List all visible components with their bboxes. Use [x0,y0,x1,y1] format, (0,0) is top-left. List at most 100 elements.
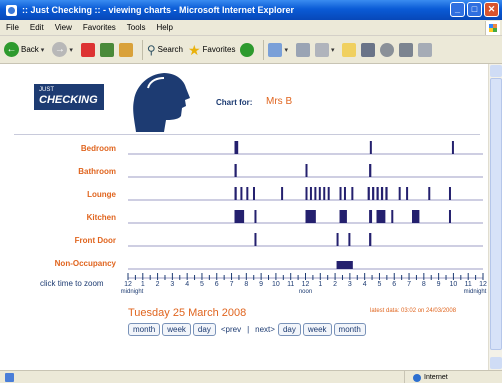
chart-date: Tuesday 25 March 2008 [128,307,247,319]
search-icon: ⚲ [146,42,156,57]
hour-label[interactable]: 5 [378,281,382,288]
hour-label[interactable]: 8 [422,281,426,288]
hour-label[interactable]: 3 [170,281,174,288]
menu-edit[interactable]: Edit [30,23,44,32]
activity-event [369,164,372,177]
research-button[interactable] [361,42,376,57]
activity-event [305,210,316,223]
hour-label[interactable]: 2 [333,281,337,288]
menu-bar: File Edit View Favorites Tools Help [0,20,502,36]
hour-label[interactable]: 11 [287,281,294,288]
activity-event [343,187,346,200]
search-button[interactable]: ⚲ Search [147,43,183,57]
folder-button[interactable] [342,42,357,57]
back-button[interactable]: ← Back ▾ [4,42,47,57]
hour-label[interactable]: 12 [124,281,132,288]
forward-arrow-icon: → [52,42,68,57]
hour-label[interactable]: 1 [318,281,322,288]
discuss-icon [399,42,414,57]
prev-week-button[interactable]: week [162,323,191,336]
messenger-button[interactable] [380,42,395,57]
activity-event [351,187,354,200]
menu-help[interactable]: Help [156,23,172,32]
prev-month-button[interactable]: month [128,323,161,336]
hour-label[interactable]: 3 [348,281,352,288]
security-zone: Internet [404,371,448,383]
mail-icon [268,42,283,57]
activity-event [281,187,284,200]
activity-event [391,210,394,223]
hour-label[interactable]: 12 [302,281,310,288]
hour-label[interactable]: 2 [156,281,160,288]
chevron-down-icon: ▾ [284,46,288,54]
next-week-button[interactable]: week [302,323,332,336]
history-button[interactable] [240,42,255,57]
activity-event [336,233,339,246]
back-arrow-icon: ← [4,42,19,57]
activity-event [428,187,431,200]
hour-label[interactable]: 6 [215,281,219,288]
status-bar: Internet [0,370,502,383]
chevron-down-icon: ▾ [40,46,45,54]
scroll-down-button[interactable] [490,357,502,369]
activity-event [254,210,257,223]
hour-label[interactable]: 10 [450,281,458,288]
activity-event [451,141,454,154]
menu-view[interactable]: View [55,23,72,32]
scroll-up-button[interactable] [490,65,502,77]
tools-button[interactable] [418,42,433,57]
print-button[interactable] [295,42,310,57]
prev-link[interactable]: <prev [221,325,241,334]
stop-icon [80,42,95,57]
hour-label[interactable]: 6 [392,281,396,288]
favorites-button[interactable]: ★ Favorites [188,43,235,57]
home-icon [118,42,133,57]
forward-button[interactable]: → ▾ [52,42,76,57]
next-month-button[interactable]: month [333,323,366,336]
prev-day-button[interactable]: day [192,323,216,336]
edit-button[interactable]: ▾ [314,42,338,57]
next-day-button[interactable]: day [277,323,301,336]
hour-label[interactable]: 7 [407,281,411,288]
stop-button[interactable] [80,42,95,57]
hour-label[interactable]: 4 [363,281,367,288]
activity-event [339,187,342,200]
activity-event [254,233,257,246]
menu-favorites[interactable]: Favorites [83,23,116,32]
mail-button[interactable]: ▾ [268,42,291,57]
research-icon [361,42,376,57]
activity-event [406,187,409,200]
hour-label[interactable]: 9 [437,281,441,288]
globe-icon [413,373,421,382]
vertical-scrollbar[interactable] [488,64,502,370]
hour-label[interactable]: 10 [272,281,280,288]
hour-label[interactable]: 1 [141,281,145,288]
home-button[interactable] [118,42,133,57]
hour-label[interactable]: 11 [465,281,472,288]
hour-label[interactable]: 7 [230,281,234,288]
next-link[interactable]: next> [255,325,275,334]
activity-chart[interactable] [0,64,488,304]
maximize-button[interactable]: □ [467,2,482,17]
tools-icon [418,42,433,57]
activity-event [380,187,384,200]
hour-label[interactable]: 9 [259,281,263,288]
discuss-button[interactable] [399,42,414,57]
hour-label[interactable]: 12 [479,281,487,288]
minimize-button[interactable]: _ [450,2,465,17]
activity-event [234,164,237,177]
scroll-thumb[interactable] [490,78,502,350]
print-icon [295,42,310,57]
hour-label[interactable]: 5 [200,281,204,288]
refresh-icon [99,42,114,57]
activity-event [246,187,249,200]
refresh-button[interactable] [99,42,114,57]
close-button[interactable]: ✕ [484,2,499,17]
messenger-icon [380,42,395,57]
menu-file[interactable]: File [6,23,19,32]
menu-tools[interactable]: Tools [127,23,146,32]
hour-label[interactable]: 4 [185,281,189,288]
activity-event [305,187,308,200]
hour-label[interactable]: 8 [244,281,248,288]
windows-logo-icon [485,21,500,35]
